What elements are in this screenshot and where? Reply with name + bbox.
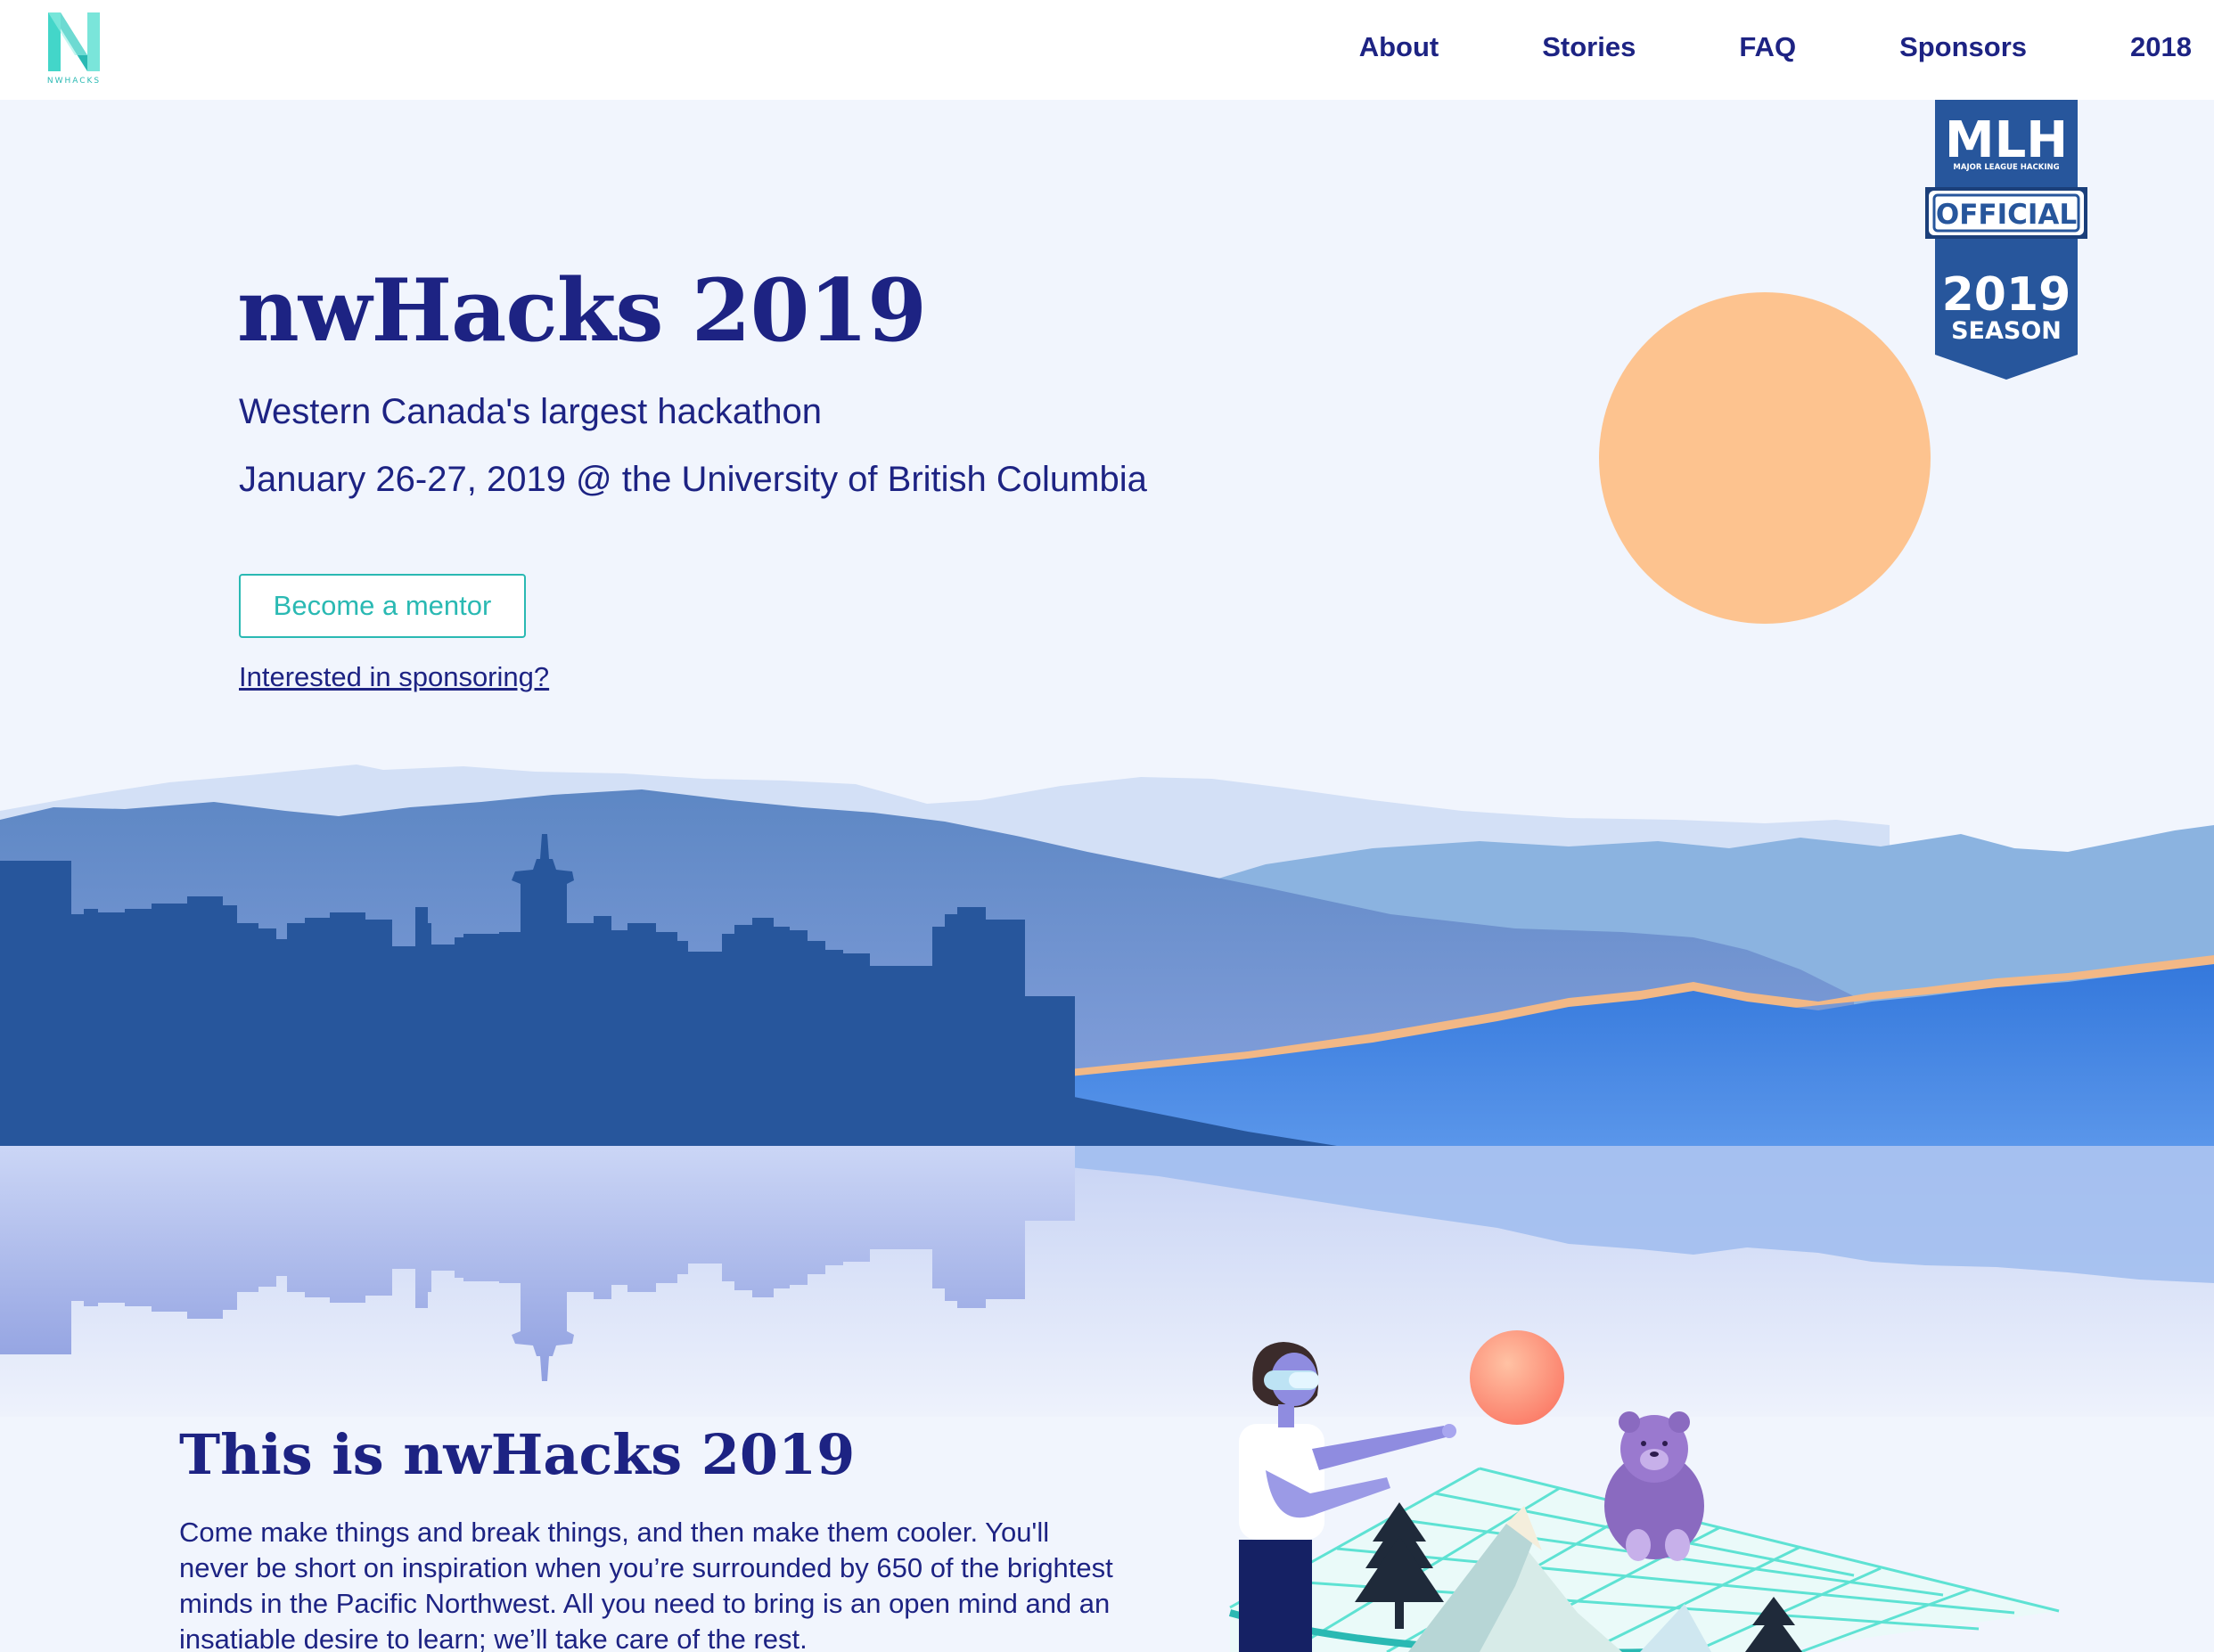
nav-link-about[interactable]: About <box>1359 27 1439 68</box>
nav-link-stories[interactable]: Stories <box>1542 27 1636 68</box>
nav-link-faq[interactable]: FAQ <box>1739 27 1796 68</box>
nav-links: About Stories FAQ Sponsors 2018 <box>1256 27 2192 68</box>
bear-icon <box>1604 1411 1704 1561</box>
hero-subtitle: Western Canada's largest hackathon <box>239 392 822 431</box>
vr-bear-illustration <box>1228 1330 2060 1652</box>
become-mentor-button[interactable]: Become a mentor <box>239 574 526 638</box>
ball-icon <box>1470 1330 1564 1425</box>
mlh-official-badge[interactable]: MLH MAJOR LEAGUE HACKING OFFICIAL 2019 S… <box>1925 100 2087 381</box>
badge-ribbon: OFFICIAL <box>1936 199 2077 231</box>
badge-org: MLH <box>1945 111 2068 169</box>
badge-org-full: MAJOR LEAGUE HACKING <box>1953 163 2059 172</box>
badge-season: SEASON <box>1951 317 2062 345</box>
hero-title: nwHacks 2019 <box>237 260 927 361</box>
about-section-body: Come make things and break things, and t… <box>179 1517 1113 1652</box>
nwhacks-logo[interactable]: NWHACKS <box>43 9 105 86</box>
top-navbar: NWHACKS About Stories FAQ Sponsors 2018 <box>0 0 2214 100</box>
logo-text: NWHACKS <box>46 77 102 86</box>
hero-date-location: January 26-27, 2019 @ the University of … <box>239 460 1147 499</box>
nav-link-sponsors[interactable]: Sponsors <box>1899 27 2027 68</box>
n-logo-icon <box>48 12 100 71</box>
nav-link-2018[interactable]: 2018 <box>2130 27 2192 68</box>
about-section-title: This is nwHacks 2019 <box>179 1422 856 1487</box>
sun-illustration <box>1599 292 1931 624</box>
badge-year: 2019 <box>1942 268 2071 322</box>
sponsoring-link[interactable]: Interested in sponsoring? <box>239 661 549 693</box>
vancouver-skyline-landscape <box>0 765 2214 1417</box>
